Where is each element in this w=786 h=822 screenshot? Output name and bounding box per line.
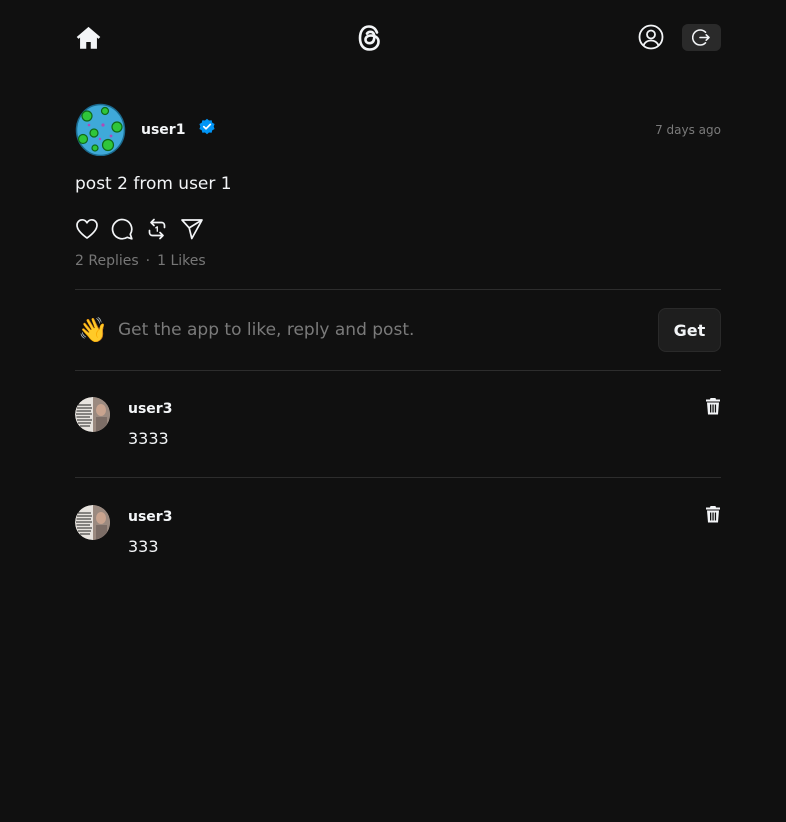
likes-count[interactable]: 1 Likes [157,253,206,269]
reply-username[interactable]: user3 [128,509,172,525]
user-circle-icon[interactable] [638,24,664,50]
avatar[interactable] [75,397,110,432]
logout-button[interactable] [682,24,721,51]
divider [75,370,721,371]
trash-icon[interactable] [705,397,721,415]
divider [75,289,721,290]
reply-text: 333 [128,537,159,556]
post-text: post 2 from user 1 [75,174,232,194]
comment-icon[interactable] [110,217,134,241]
home-icon[interactable] [75,24,102,51]
page: user1 7 days ago post 2 from user 1 2 Re… [0,0,786,822]
get-app-text: Get the app to like, reply and post. [118,320,415,340]
top-nav [75,20,721,56]
stats-separator: · [145,253,151,269]
repost-icon[interactable] [145,217,169,241]
get-app-button[interactable]: Get [658,308,721,352]
post-username[interactable]: user1 [141,122,185,138]
replies-count[interactable]: 2 Replies [75,253,139,269]
heart-icon[interactable] [75,217,99,241]
reply-username[interactable]: user3 [128,401,172,417]
reply-item: user3 333 [75,505,721,565]
logout-icon [692,29,710,46]
post-stats: 2 Replies · 1 Likes [75,253,206,269]
share-icon[interactable] [180,217,204,241]
threads-logo-icon[interactable] [356,23,384,53]
post-actions [75,217,215,241]
waving-hand-icon: 👋 [78,316,108,344]
verified-badge-icon [199,118,215,135]
get-app-banner: 👋 Get the app to like, reply and post. G… [75,308,721,352]
avatar[interactable] [75,505,110,540]
avatar[interactable] [75,103,126,156]
divider [75,477,721,478]
reply-item: user3 3333 [75,397,721,457]
trash-icon[interactable] [705,505,721,523]
reply-text: 3333 [128,429,169,448]
post-timestamp: 7 days ago [655,123,721,137]
